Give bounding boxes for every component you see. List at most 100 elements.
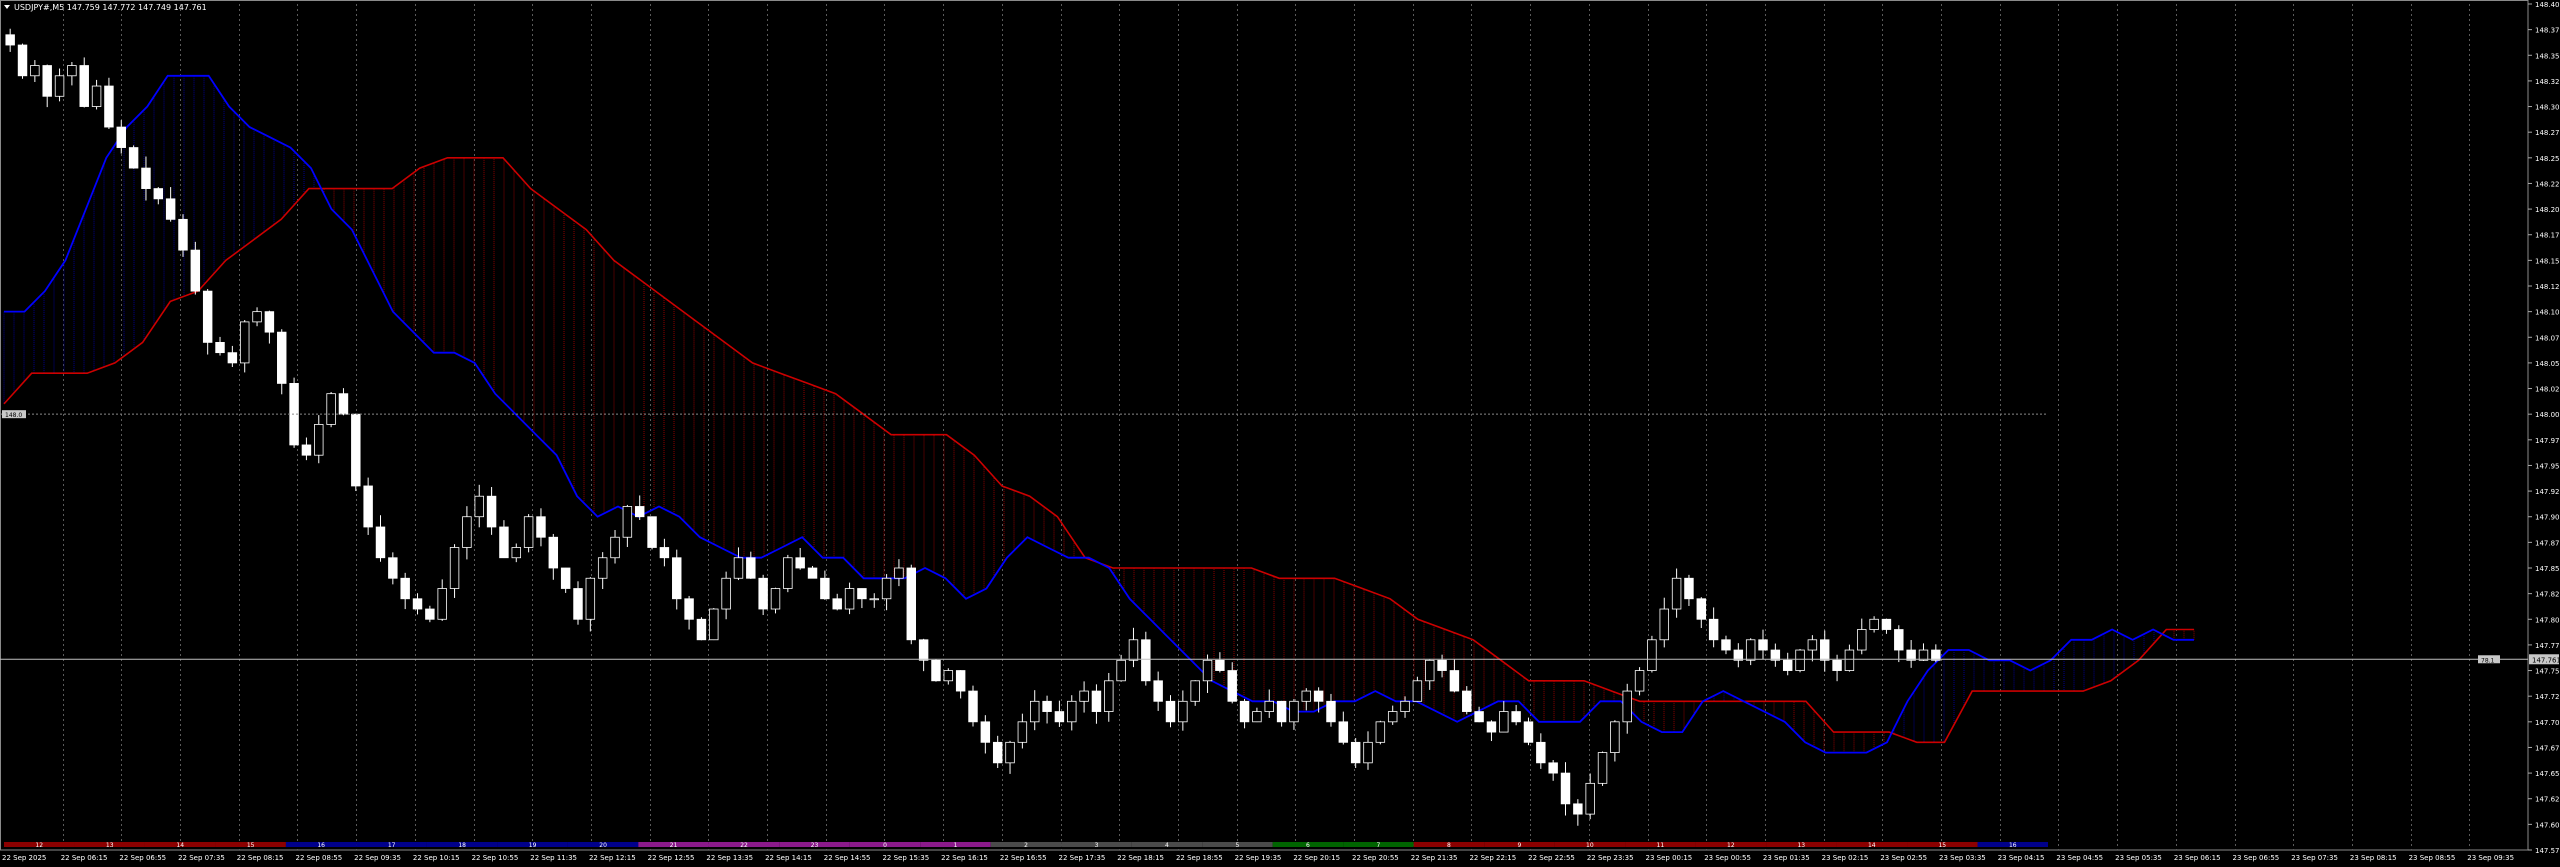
candle-body <box>770 588 781 610</box>
price-tick-label: 148.200 <box>2535 206 2560 214</box>
candle-body <box>54 75 65 97</box>
session-band-label: 23 <box>811 842 819 849</box>
time-label: 23 Sep 04:55 <box>2056 854 2103 862</box>
candle-body <box>474 495 484 518</box>
time-label: 22 Sep 06:15 <box>61 854 108 862</box>
candle-body <box>5 34 15 46</box>
candle-body <box>1597 752 1608 784</box>
candle-body <box>363 485 373 528</box>
time-label: 22 Sep 06:55 <box>119 854 166 862</box>
session-band-label: 10 <box>1586 842 1594 849</box>
price-tick-label: 148.225 <box>2535 180 2560 188</box>
price-tick-label: 147.775 <box>2535 642 2560 650</box>
candle-body <box>1067 700 1077 723</box>
time-label: 23 Sep 02:55 <box>1880 854 1927 862</box>
candle-body <box>1931 649 1941 661</box>
candle-body <box>560 567 571 589</box>
candle-body <box>1289 700 1299 723</box>
candle-body <box>511 547 521 559</box>
candle-body <box>931 659 941 682</box>
candle-body <box>1869 618 1879 630</box>
price-tick-label: 147.575 <box>2535 847 2560 855</box>
candle-body <box>1622 690 1632 723</box>
session-band-label: 12 <box>35 842 43 849</box>
candle-body <box>202 290 213 343</box>
candle-body <box>746 557 756 579</box>
candle-body <box>709 608 719 641</box>
candle-body <box>807 567 818 579</box>
candle-body <box>190 249 201 292</box>
candle-body <box>943 670 954 682</box>
candle-body <box>758 577 768 610</box>
candle-body <box>1178 700 1188 723</box>
candle-body <box>992 741 1003 764</box>
chart-window[interactable]: 147.76178.1148.0 148.400148.375148.35014… <box>0 0 2560 863</box>
candle-body <box>1165 700 1176 723</box>
session-band-label: 13 <box>1797 842 1805 849</box>
time-label: 23 Sep 03:35 <box>1939 854 1986 862</box>
candle-body <box>1005 741 1015 764</box>
session-band-label: 3 <box>1095 842 1099 849</box>
candle-body <box>116 126 126 148</box>
candle-body <box>1820 639 1830 661</box>
time-label: 22 Sep 15:35 <box>882 854 929 862</box>
candle-body <box>1190 680 1200 702</box>
candle-body <box>1313 690 1324 702</box>
price-tick-label: 147.950 <box>2535 462 2560 470</box>
candle-body <box>1906 649 1916 661</box>
price-tick-label: 148.375 <box>2535 27 2560 35</box>
session-band-label: 5 <box>1236 842 1240 849</box>
session-band-label: 8 <box>1447 842 1451 849</box>
candle-body <box>968 690 978 723</box>
candle-body <box>585 577 596 620</box>
candle-body <box>1696 598 1707 620</box>
candle-body <box>1375 721 1386 743</box>
candle-body <box>955 670 966 692</box>
time-axis[interactable]: 22 Sep 2025 22 Sep 06:15 22 Sep 06:55 22 Se… <box>2 854 2514 862</box>
session-band-label: 13 <box>106 842 114 849</box>
time-label: 22 Sep 22:55 <box>1528 854 1575 862</box>
session-band-label: 14 <box>1868 842 1876 849</box>
price-tick-label: 147.675 <box>2535 744 2560 752</box>
time-label: 22 Sep 16:55 <box>1000 854 1047 862</box>
price-tick-label: 148.050 <box>2535 360 2560 368</box>
session-band-label: 15 <box>247 842 255 849</box>
time-label: 22 Sep 07:35 <box>178 854 225 862</box>
time-label: 23 Sep 08:15 <box>2350 854 2397 862</box>
candle-body <box>1499 711 1509 733</box>
candle-body <box>79 65 89 107</box>
candle-body <box>820 577 830 600</box>
candle-body <box>1437 659 1447 671</box>
time-label: 22 Sep 13:35 <box>706 854 753 862</box>
candle-body <box>1104 680 1114 712</box>
price-tick-label: 147.750 <box>2535 668 2560 676</box>
candle-body <box>178 218 188 251</box>
time-label: 23 Sep 09:35 <box>2467 854 2514 862</box>
time-label: 22 Sep 09:35 <box>354 854 401 862</box>
time-label: 22 Sep 10:55 <box>472 854 519 862</box>
candle-body <box>42 65 52 97</box>
price-tick-label: 148.350 <box>2535 52 2560 60</box>
candle-body <box>326 393 336 425</box>
candle-body <box>1215 659 1225 671</box>
candle-body <box>1857 629 1867 651</box>
candle-body <box>733 557 744 579</box>
time-label: 22 Sep 11:35 <box>530 854 577 862</box>
candle-body <box>1264 700 1274 712</box>
candle-body <box>1560 772 1571 805</box>
candle-body <box>1770 649 1781 661</box>
time-label: 22 Sep 14:55 <box>824 854 871 862</box>
candle-body <box>634 506 645 518</box>
price-chart[interactable]: 147.76178.1148.0 148.400148.375148.35014… <box>0 0 2560 863</box>
candle-body <box>869 598 879 601</box>
time-label: 23 Sep 06:15 <box>2174 854 2221 862</box>
session-band-label: 22 <box>740 842 748 849</box>
candle-body <box>215 341 225 354</box>
candle-body <box>338 393 349 415</box>
candle-body <box>1017 721 1028 743</box>
candle-body <box>1338 721 1349 743</box>
candle-body <box>1462 690 1472 712</box>
session-band-label: 17 <box>388 842 396 849</box>
session-band-label: 2 <box>1024 842 1028 849</box>
candle-body <box>1634 670 1645 692</box>
